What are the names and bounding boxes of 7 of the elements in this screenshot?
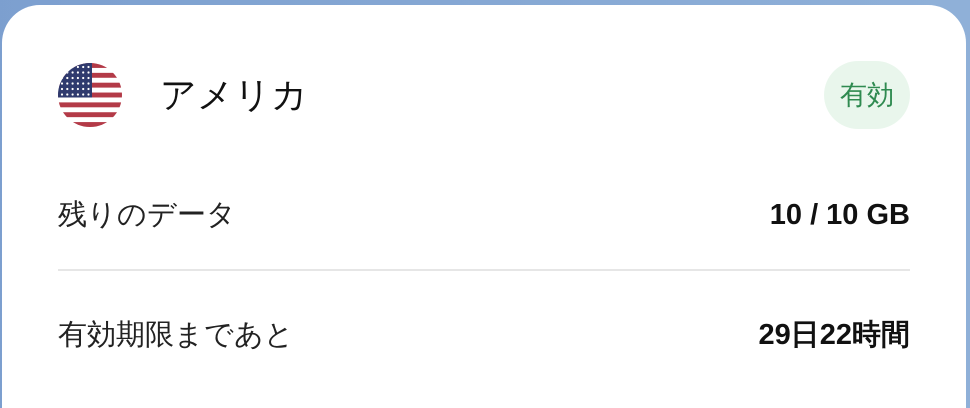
flag-icon: [58, 63, 122, 127]
status-badge: 有効: [824, 61, 910, 129]
row-value: 10 / 10 GB: [770, 198, 910, 232]
row-label: 有効期限まであと: [58, 316, 294, 353]
row-value: 29日22時間: [758, 318, 910, 353]
row-label: 残りのデータ: [58, 196, 236, 233]
country-name: アメリカ: [160, 74, 309, 118]
